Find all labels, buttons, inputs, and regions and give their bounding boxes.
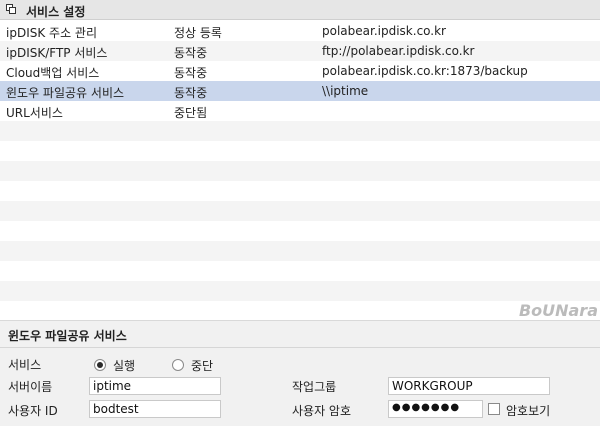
radio-run-label[interactable]: 실행 [113,357,135,374]
empty-row [0,141,600,161]
workgroup-label: 작업그룹 [292,380,337,394]
radio-stop-label[interactable]: 중단 [191,357,213,374]
radio-stop[interactable] [172,359,184,371]
server-name-input[interactable]: iptime [89,377,221,395]
service-name: Cloud백업 서비스 [6,66,100,80]
server-name-label: 서버이름 [8,380,53,394]
service-name: ipDISK/FTP 서비스 [6,46,108,60]
service-name: ipDISK 주소 관리 [6,26,98,40]
user-password-input[interactable]: ●●●●●●● [388,400,483,418]
empty-row [0,241,600,261]
service-name: 윈도우 파일공유 서비스 [6,86,125,100]
service-status: 동작중 [174,66,208,80]
service-row[interactable]: URL서비스 중단됨 [0,101,600,121]
service-row[interactable]: ipDISK 주소 관리 정상 등록 polabear.ipdisk.co.kr [0,21,600,41]
service-row[interactable]: Cloud백업 서비스 동작중 polabear.ipdisk.co.kr:18… [0,61,600,81]
window-icon [6,4,16,14]
panel-title: 윈도우 파일공유 서비스 [8,329,127,343]
panel-divider [0,347,600,348]
service-status: 동작중 [174,46,208,60]
show-password-checkbox[interactable] [488,403,500,415]
service-status: 중단됨 [174,106,208,120]
empty-row [0,181,600,201]
service-address: \\iptime [322,84,369,98]
service-row[interactable]: ipDISK/FTP 서비스 동작중 ftp://polabear.ipdisk… [0,41,600,61]
watermark-logo: BoUNara [518,301,598,320]
file-sharing-panel: 윈도우 파일공유 서비스 서비스 실행 중단 서버이름 iptime 작업그룹 … [0,320,600,426]
empty-row [0,221,600,241]
user-id-label: 사용자 ID [8,404,58,418]
service-status: 정상 등록 [174,26,222,40]
service-status: 동작중 [174,86,208,100]
show-password-label[interactable]: 암호보기 [506,402,550,419]
service-address: ftp://polabear.ipdisk.co.kr [322,44,475,58]
service-address: polabear.ipdisk.co.kr:1873/backup [322,64,528,78]
service-label: 서비스 [8,358,42,372]
title-bar: 서비스 설정 [0,0,600,20]
empty-row [0,301,600,321]
empty-row [0,281,600,301]
empty-row [0,261,600,281]
service-row-selected[interactable]: 윈도우 파일공유 서비스 동작중 \\iptime [0,81,600,101]
window-title: 서비스 설정 [26,5,86,19]
service-address: polabear.ipdisk.co.kr [322,24,446,38]
radio-run[interactable] [94,359,106,371]
service-name: URL서비스 [6,106,63,120]
empty-row [0,161,600,181]
user-password-label: 사용자 암호 [292,404,352,418]
user-id-input[interactable]: bodtest [89,400,221,418]
workgroup-input[interactable]: WORKGROUP [388,377,550,395]
empty-row [0,121,600,141]
service-list: ipDISK 주소 관리 정상 등록 polabear.ipdisk.co.kr… [0,21,600,321]
empty-row [0,201,600,221]
